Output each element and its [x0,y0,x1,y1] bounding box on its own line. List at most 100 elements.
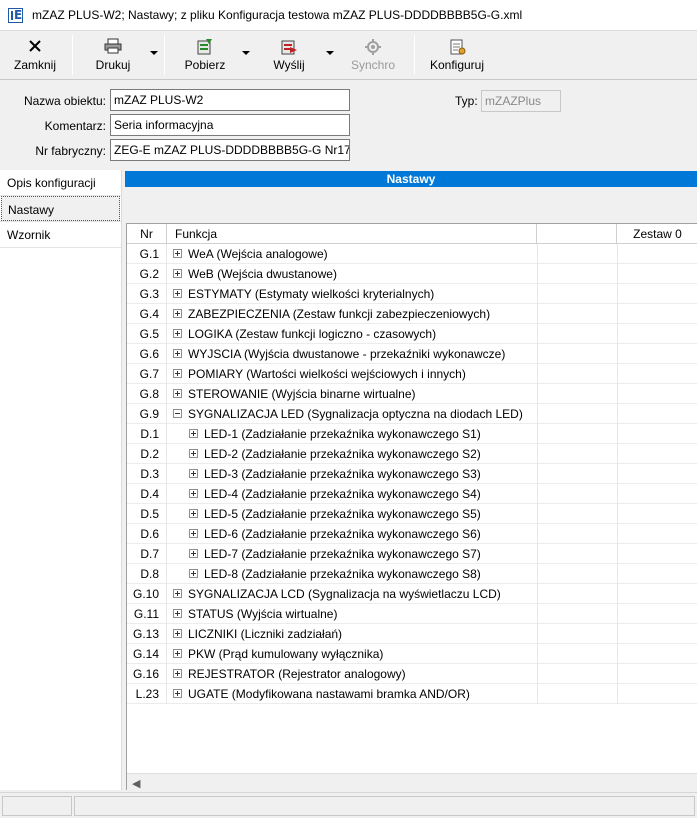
row-nr: G.10 [127,584,167,604]
row-zestaw-0-cell[interactable] [617,284,697,304]
expand-icon[interactable] [173,669,182,678]
expand-icon[interactable] [173,389,182,398]
column-header-funkcja[interactable]: Funkcja [167,224,537,244]
row-zestaw-0-cell[interactable] [617,324,697,344]
table-row[interactable]: D.5 LED-5 (Zadziałanie przekaźnika wykona… [127,504,697,524]
print-dropdown-arrow-icon[interactable] [150,51,158,55]
sync-button[interactable]: Synchro [342,31,404,79]
row-zestaw-0-cell[interactable] [617,564,697,584]
row-zestaw-0-cell[interactable] [617,424,697,444]
row-zestaw-0-cell[interactable] [617,344,697,364]
column-header-zestaw-0[interactable]: Zestaw 0 [617,224,697,244]
row-zestaw-0-cell[interactable] [617,504,697,524]
table-row[interactable]: D.3 LED-3 (Zadziałanie przekaźnika wykona… [127,464,697,484]
row-zestaw-0-cell[interactable] [617,624,697,644]
expand-icon[interactable] [189,429,198,438]
tab-opis-konfiguracji[interactable]: Opis konfiguracji [1,170,120,195]
row-empty-cell [537,284,617,304]
table-row[interactable]: G.11 STATUS (Wyjścia wirtualne) [127,604,697,624]
send-button[interactable]: Wyślij [258,31,320,79]
row-zestaw-0-cell[interactable] [617,544,697,564]
close-button[interactable]: Zamknij [4,31,66,79]
table-row[interactable]: G.3 ESTYMATY (Estymaty wielkości kryteria… [127,284,697,304]
row-zestaw-0-cell[interactable] [617,404,697,424]
expand-icon[interactable] [189,509,198,518]
comment-field[interactable]: Seria informacyjna [110,114,350,136]
table-row[interactable]: G.14 PKW (Prąd kumulowany wyłącznika) [127,644,697,664]
expand-icon[interactable] [189,469,198,478]
table-row[interactable]: G.10 SYGNALIZACJA LCD (Sygnalizacja na wy… [127,584,697,604]
name-field[interactable]: mZAZ PLUS-W2 [110,89,350,111]
row-zestaw-0-cell[interactable] [617,684,697,704]
row-funkcja: ZABEZPIECZENIA (Zestaw funkcji zabezpiec… [188,307,491,321]
table-row[interactable]: D.6 LED-6 (Zadziałanie przekaźnika wykona… [127,524,697,544]
table-row[interactable]: D.1 LED-1 (Zadziałanie przekaźnika wykona… [127,424,697,444]
row-funkcja: STATUS (Wyjścia wirtualne) [188,607,338,621]
expand-icon[interactable] [173,689,182,698]
row-zestaw-0-cell[interactable] [617,604,697,624]
table-row[interactable]: G.8 STEROWANIE (Wyjścia binarne wirtualne… [127,384,697,404]
expand-icon[interactable] [173,349,182,358]
row-zestaw-0-cell[interactable] [617,464,697,484]
collapse-icon[interactable] [173,409,182,418]
expand-icon[interactable] [189,449,198,458]
table-row[interactable]: G.1 WeA (Wejścia analogowe) [127,244,697,264]
expand-icon[interactable] [189,529,198,538]
row-nr: G.5 [127,324,167,344]
row-zestaw-0-cell[interactable] [617,484,697,504]
expand-icon[interactable] [189,489,198,498]
expand-icon[interactable] [173,269,182,278]
row-funkcja: LED-5 (Zadziałanie przekaźnika wykonawcz… [204,507,481,521]
tab-wzornik[interactable]: Wzornik [1,222,120,247]
horizontal-scrollbar[interactable]: ◀ [127,773,697,790]
expand-icon[interactable] [173,289,182,298]
table-row[interactable]: G.2 WeB (Wejścia dwustanowe) [127,264,697,284]
row-zestaw-0-cell[interactable] [617,264,697,284]
table-row[interactable]: G.7 POMIARY (Wartości wielkości wejściowy… [127,364,697,384]
row-empty-cell [537,664,617,684]
expand-icon[interactable] [173,369,182,378]
row-nr: D.2 [127,444,167,464]
row-nr: G.6 [127,344,167,364]
row-zestaw-0-cell[interactable] [617,644,697,664]
get-button[interactable]: Pobierz [172,31,238,79]
column-header-nr[interactable]: Nr [127,224,167,244]
row-zestaw-0-cell[interactable] [617,364,697,384]
table-row[interactable]: D.2 LED-2 (Zadziałanie przekaźnika wykona… [127,444,697,464]
table-row[interactable]: D.7 LED-7 (Zadziałanie przekaźnika wykona… [127,544,697,564]
expand-icon[interactable] [173,329,182,338]
get-dropdown-arrow-icon[interactable] [242,51,250,55]
row-zestaw-0-cell[interactable] [617,444,697,464]
column-header-empty[interactable] [537,224,617,244]
expand-icon[interactable] [173,249,182,258]
table-row[interactable]: D.8 LED-8 (Zadziałanie przekaźnika wykona… [127,564,697,584]
table-row[interactable]: L.23 UGATE (Modyfikowana nastawami bramka… [127,684,697,704]
row-zestaw-0-cell[interactable] [617,664,697,684]
expand-icon[interactable] [173,629,182,638]
row-zestaw-0-cell[interactable] [617,304,697,324]
table-row[interactable]: G.16 REJESTRATOR (Rejestrator analogowy) [127,664,697,684]
serial-field[interactable]: ZEG-E mZAZ PLUS-DDDDBBBB5G-G Nr1700 [110,139,350,161]
tab-nastawy[interactable]: Nastawy [1,196,120,221]
expand-icon[interactable] [189,569,198,578]
scroll-left-arrow-icon[interactable]: ◀ [132,777,140,790]
table-row[interactable]: G.9 SYGNALIZACJA LED (Sygnalizacja optycz… [127,404,697,424]
expand-icon[interactable] [173,309,182,318]
table-row[interactable]: G.5 LOGIKA (Zestaw funkcji logiczno - cza… [127,324,697,344]
expand-icon[interactable] [173,589,182,598]
send-dropdown-arrow-icon[interactable] [326,51,334,55]
expand-icon[interactable] [173,649,182,658]
serial-label: Nr fabryczny: [35,144,106,158]
row-zestaw-0-cell[interactable] [617,584,697,604]
table-row[interactable]: G.6 WYJSCIA (Wyjścia dwustanowe - przekaź… [127,344,697,364]
row-zestaw-0-cell[interactable] [617,244,697,264]
expand-icon[interactable] [189,549,198,558]
configure-button[interactable]: Konfiguruj [422,31,492,79]
print-button[interactable]: Drukuj [80,31,146,79]
row-zestaw-0-cell[interactable] [617,524,697,544]
row-zestaw-0-cell[interactable] [617,384,697,404]
expand-icon[interactable] [173,609,182,618]
table-row[interactable]: D.4 LED-4 (Zadziałanie przekaźnika wykona… [127,484,697,504]
table-row[interactable]: G.4 ZABEZPIECZENIA (Zestaw funkcji zabezp… [127,304,697,324]
table-row[interactable]: G.13 LICZNIKI (Liczniki zadziałań) [127,624,697,644]
